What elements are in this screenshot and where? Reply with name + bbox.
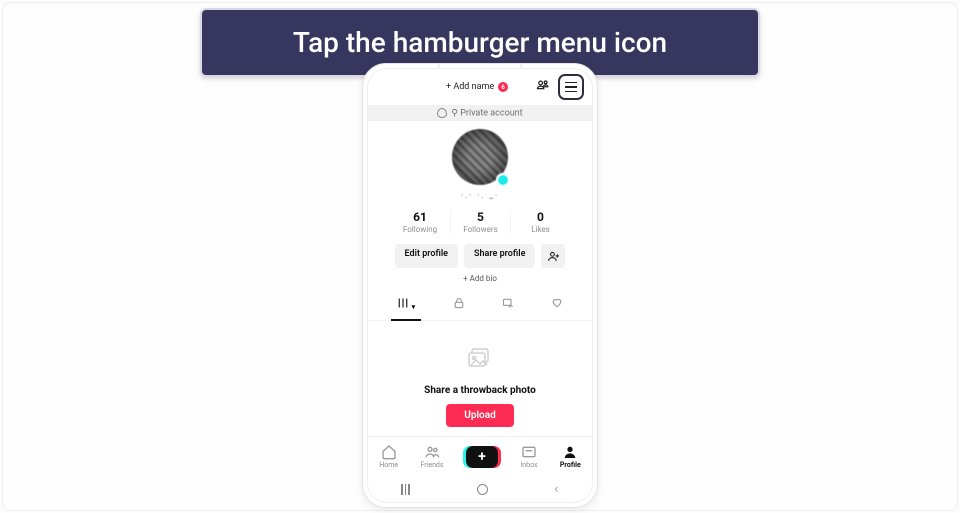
photo-stack-icon: [368, 347, 592, 375]
likes-label: Likes: [511, 225, 570, 234]
profile-buttons-row: Edit profile Share profile: [368, 244, 592, 268]
bottom-nav: Home Friends + Inbox Profile: [368, 436, 592, 476]
online-badge-icon: [496, 173, 510, 187]
private-account-banner[interactable]: ⚲ Private account: [368, 105, 592, 121]
share-profile-button[interactable]: Share profile: [464, 244, 535, 268]
followers-label: Followers: [451, 225, 510, 234]
nav-home[interactable]: Home: [379, 444, 398, 469]
following-label: Following: [390, 225, 450, 234]
edit-profile-button[interactable]: Edit profile: [395, 244, 458, 268]
nav-profile[interactable]: Profile: [560, 444, 581, 469]
nav-friends[interactable]: Friends: [421, 444, 444, 469]
tab-private[interactable]: [451, 293, 467, 316]
add-name-label: + Add name: [446, 82, 494, 92]
followers-stat[interactable]: 5 Followers: [450, 210, 510, 234]
hamburger-menu-icon[interactable]: [558, 74, 584, 100]
following-stat[interactable]: 61 Following: [390, 210, 450, 234]
likes-count: 0: [511, 210, 570, 224]
nav-profile-label: Profile: [560, 461, 581, 469]
recents-icon[interactable]: [401, 484, 410, 495]
add-friend-button[interactable]: [541, 244, 565, 268]
nav-friends-label: Friends: [421, 461, 444, 469]
hamburger-lines-icon: [565, 82, 577, 93]
tab-liked[interactable]: [549, 293, 565, 316]
tab-feed[interactable]: ▾: [395, 293, 418, 316]
add-name-button[interactable]: + Add name 6: [446, 82, 508, 92]
android-system-nav: ‹: [368, 476, 592, 502]
footprint-icon[interactable]: [535, 78, 550, 97]
stats-row: 61 Following 5 Followers 0 Likes: [368, 210, 592, 234]
throwback-label: Share a throwback photo: [368, 385, 592, 396]
back-icon[interactable]: ‹: [554, 481, 558, 497]
nav-compose-button[interactable]: +: [466, 446, 498, 468]
upload-button[interactable]: Upload: [446, 404, 513, 427]
profile-topbar: + Add name 6: [368, 69, 592, 105]
throwback-section: Share a throwback photo Upload: [368, 347, 592, 427]
add-bio-button[interactable]: + Add bio: [368, 274, 592, 283]
avatar-container[interactable]: [368, 129, 592, 185]
notification-badge: 6: [498, 82, 508, 92]
nav-inbox[interactable]: Inbox: [520, 444, 537, 469]
username-label: ·.· ·. _·: [368, 191, 592, 200]
profile-avatar: [452, 129, 508, 185]
nav-inbox-label: Inbox: [520, 461, 537, 469]
profile-tabs: ▾: [368, 293, 592, 321]
phone-mockup: + Add name 6 ⚲ Private account ·.· ·. _·…: [362, 63, 598, 508]
followers-count: 5: [451, 210, 510, 224]
tab-saved[interactable]: [500, 293, 516, 316]
likes-stat[interactable]: 0 Likes: [510, 210, 570, 234]
nav-home-label: Home: [379, 461, 398, 469]
following-count: 61: [390, 210, 450, 224]
home-icon[interactable]: [477, 484, 488, 495]
